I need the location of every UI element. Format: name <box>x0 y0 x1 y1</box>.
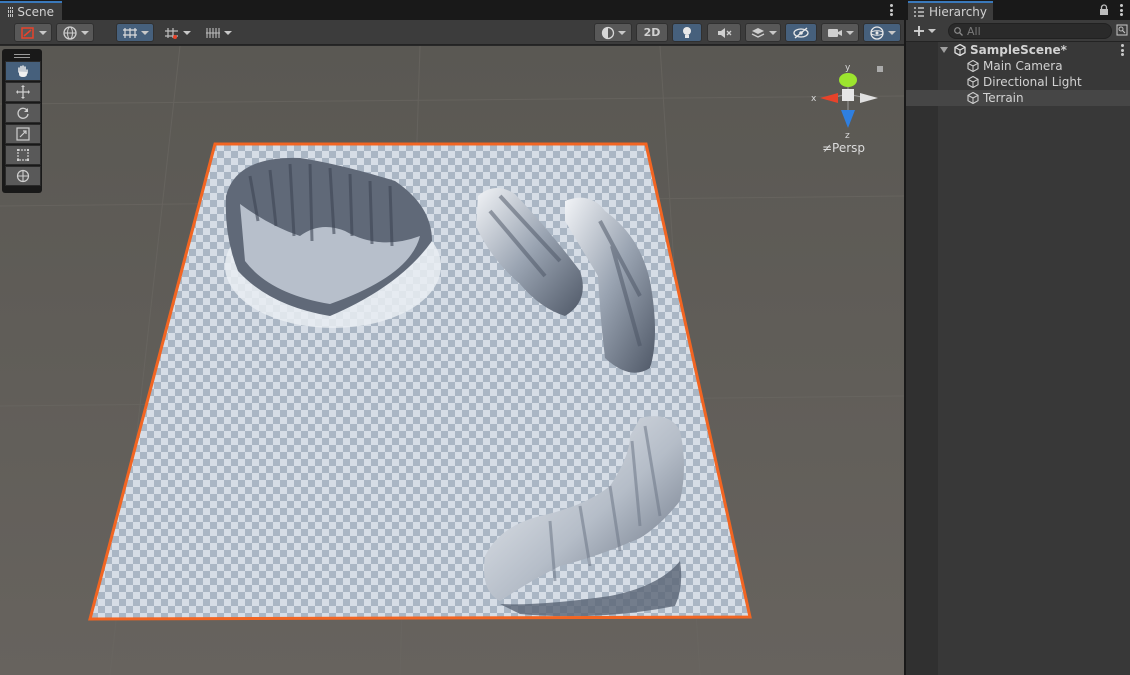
hierarchy-tabbar: Hierarchy <box>906 0 1130 20</box>
gizmos-dropdown[interactable] <box>863 23 901 42</box>
gizmo-y-cone[interactable] <box>839 73 857 87</box>
effects-dropdown[interactable] <box>745 23 781 42</box>
chevron-down-icon <box>223 30 232 35</box>
scene-row-menu[interactable] <box>1116 43 1128 57</box>
draw-mode-dropdown[interactable] <box>14 23 52 42</box>
2d-toggle[interactable]: 2D <box>636 23 668 42</box>
hand-icon <box>18 65 28 77</box>
search-icon <box>954 27 963 36</box>
hierarchy-toolbar <box>906 20 1130 42</box>
chevron-down-icon <box>928 29 936 33</box>
scene-grid-icon <box>8 6 13 17</box>
drag-handle[interactable] <box>5 52 39 60</box>
gameobject-cube-icon <box>967 92 979 104</box>
gizmo-y-label: y <box>845 63 851 73</box>
2d-toggle-label: 2D <box>643 26 661 39</box>
chevron-down-icon <box>182 30 191 35</box>
transform-tool[interactable] <box>5 166 41 186</box>
grid-snap-toggle[interactable] <box>116 23 154 42</box>
scene-camera-dropdown[interactable] <box>821 23 859 42</box>
globe-icon <box>62 25 77 40</box>
scene-name-label: SampleScene* <box>970 43 1067 57</box>
render-mode-dropdown[interactable] <box>56 23 94 42</box>
increment-snap-icon <box>164 27 178 39</box>
unity-scene-icon <box>954 44 966 56</box>
scene-toolbar: 2D <box>0 20 904 45</box>
gizmo-neg-x-cone[interactable] <box>860 93 878 103</box>
chevron-down-icon <box>80 30 89 35</box>
gizmo-x-cone[interactable] <box>820 93 838 103</box>
gizmo-z-cone[interactable] <box>841 110 855 128</box>
rotate-icon <box>17 107 29 119</box>
gizmo-z-label: z <box>845 131 850 141</box>
audio-muted-icon <box>718 27 732 38</box>
hierarchy-list-icon <box>914 6 924 17</box>
chevron-down-icon <box>38 30 47 35</box>
hierarchy-search-input[interactable] <box>948 23 1112 39</box>
hierarchy-panel: Hierarchy SampleScene* <box>906 0 1130 675</box>
rotate-tool[interactable] <box>5 103 41 123</box>
scene-tabbar: Scene <box>0 0 904 20</box>
chevron-down-icon <box>845 30 854 35</box>
gizmo-x-label: x <box>811 94 817 104</box>
move-tool[interactable] <box>5 82 41 102</box>
scene-more-menu[interactable] <box>885 3 897 17</box>
hierarchy-gutter <box>906 42 938 675</box>
camera-icon <box>827 28 842 37</box>
search-options-icon[interactable] <box>1116 24 1128 36</box>
grid-visibility-dropdown[interactable] <box>200 23 236 42</box>
gameobject-cube-icon <box>967 76 979 88</box>
eye-hidden-icon <box>793 26 809 39</box>
draw-mode-icon <box>20 26 34 39</box>
rect-tool[interactable] <box>5 145 41 165</box>
hierarchy-item[interactable]: Main Camera <box>906 58 1130 74</box>
tab-hierarchy[interactable]: Hierarchy <box>908 1 994 20</box>
scale-icon <box>16 127 30 141</box>
hand-tool[interactable] <box>5 61 41 81</box>
create-button[interactable] <box>913 23 941 39</box>
hierarchy-tree: SampleScene* Main Camera Directional Lig… <box>906 42 1130 675</box>
unity-editor: Scene 2D y x z ≠Persp Hierarchy All Samp… <box>0 0 1130 675</box>
hierarchy-item-label: Main Camera <box>983 59 1063 73</box>
tools-overlay <box>2 49 42 193</box>
lighting-toggle[interactable] <box>672 23 702 42</box>
scene-row[interactable]: SampleScene* <box>906 42 1130 58</box>
chevron-down-icon <box>887 30 896 35</box>
lock-icon[interactable] <box>1099 4 1109 16</box>
chevron-down-icon <box>140 30 149 35</box>
gameobject-cube-icon <box>967 60 979 72</box>
plus-icon <box>914 26 924 36</box>
scene-panel: Scene 2D y x z ≠Persp <box>0 0 904 675</box>
move-icon <box>16 85 30 99</box>
increment-snap-dropdown[interactable] <box>158 23 196 42</box>
scene-render <box>0 46 904 675</box>
shading-sphere-icon <box>601 26 614 39</box>
hierarchy-item-label: Terrain <box>983 91 1024 105</box>
grid-visibility-icon <box>205 27 220 38</box>
chevron-down-icon <box>617 30 626 35</box>
shading-mode-dropdown[interactable] <box>594 23 632 42</box>
light-bulb-icon <box>683 26 691 38</box>
hierarchy-item[interactable]: Directional Light <box>906 74 1130 90</box>
audio-toggle[interactable] <box>707 23 741 42</box>
gizmo-globe-icon <box>869 25 884 40</box>
hierarchy-item-label: Directional Light <box>983 75 1082 89</box>
gizmo-center-cube[interactable] <box>842 89 854 101</box>
effects-layers-icon <box>751 27 764 38</box>
tab-scene-label: Scene <box>17 4 54 19</box>
chevron-down-icon <box>768 30 777 35</box>
scene-visibility-toggle[interactable] <box>785 23 817 42</box>
grid-snap-icon <box>122 27 137 38</box>
transform-icon <box>16 169 30 183</box>
tab-scene[interactable]: Scene <box>0 1 62 20</box>
hierarchy-item[interactable]: Terrain <box>906 90 1130 106</box>
hierarchy-more-menu[interactable] <box>1115 3 1127 17</box>
gizmo-dot <box>877 66 883 72</box>
expand-arrow-icon[interactable] <box>940 47 948 53</box>
rect-transform-icon <box>17 149 29 161</box>
scale-tool[interactable] <box>5 124 41 144</box>
tab-hierarchy-label: Hierarchy <box>929 4 988 19</box>
projection-toggle[interactable]: ≠Persp <box>822 141 865 155</box>
scene-viewport[interactable] <box>0 46 904 675</box>
